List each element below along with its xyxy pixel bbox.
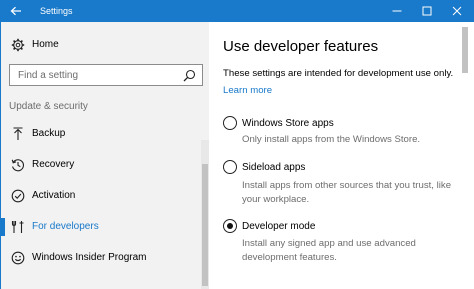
option-description-line: your workplace. <box>242 193 310 205</box>
radio-windows-store-apps[interactable] <box>223 116 237 130</box>
page-title: Use developer features <box>223 38 379 55</box>
sidebar-item-label: Windows Insider Program <box>32 252 147 263</box>
option-description-line: Install apps from other sources that you… <box>242 180 452 191</box>
maximize-button[interactable] <box>412 0 442 22</box>
radio-sideload-apps[interactable] <box>223 160 237 174</box>
back-button[interactable] <box>0 0 32 22</box>
close-button[interactable] <box>442 0 472 22</box>
home-label: Home <box>32 39 59 50</box>
minimize-button[interactable] <box>382 0 412 22</box>
sidebar-item-label: Backup <box>32 128 66 139</box>
sidebar-item-activation[interactable]: Activation <box>1 183 201 209</box>
back-arrow-icon <box>10 6 21 16</box>
sidebar-item-for-developers[interactable]: For developers <box>1 214 201 240</box>
option-description: Install apps from other sources that you… <box>242 179 472 206</box>
option-description: Install any signed app and use advanced … <box>242 237 472 264</box>
search-input[interactable]: Find a setting <box>9 64 203 86</box>
sidebar-item-windows-insider-program[interactable]: Windows Insider Program <box>1 245 201 271</box>
option-label[interactable]: Developer mode <box>242 220 315 233</box>
sidebar-scrollbar-thumb[interactable] <box>202 164 208 286</box>
sidebar-item-label: Activation <box>32 190 76 201</box>
backup-arrow-icon <box>13 127 23 140</box>
content-scrollbar-thumb[interactable] <box>462 27 468 73</box>
insider-smiley-icon <box>11 251 25 265</box>
page-description: These settings are intended for developm… <box>223 68 454 79</box>
option-description: Only install apps from the Windows Store… <box>242 133 472 147</box>
learn-more-link[interactable]: Learn more <box>223 85 272 97</box>
search-placeholder: Find a setting <box>18 70 79 81</box>
search-icon <box>183 69 196 82</box>
sidebar-item-label: For developers <box>32 221 99 232</box>
option-description-line: Only install apps from the Windows Store… <box>242 134 421 145</box>
check-circle-icon <box>11 189 25 203</box>
option-label[interactable]: Sideload apps <box>242 161 305 174</box>
window-title: Settings <box>40 6 73 16</box>
active-indicator <box>1 218 5 236</box>
option-description-line: Install any signed app and use advanced <box>242 238 416 249</box>
sidebar: Home Find a setting Update & security Ba… <box>0 22 209 289</box>
history-icon <box>11 159 24 172</box>
title-bar: Settings <box>0 0 474 22</box>
section-heading: Update & security <box>9 101 88 112</box>
close-icon <box>452 6 462 16</box>
option-label[interactable]: Windows Store apps <box>242 117 334 130</box>
maximize-icon <box>422 6 432 16</box>
radio-developer-mode[interactable] <box>223 219 237 233</box>
home-nav-item[interactable]: Home <box>1 34 209 56</box>
developer-tools-icon <box>11 221 24 233</box>
sidebar-item-backup[interactable]: Backup <box>1 121 201 147</box>
minimize-icon <box>392 10 402 12</box>
sidebar-item-recovery[interactable]: Recovery <box>1 152 201 178</box>
gear-icon <box>11 38 25 52</box>
main-content: Use developer features These settings ar… <box>209 22 474 289</box>
sidebar-item-label: Recovery <box>32 159 75 170</box>
option-description-line: development features. <box>242 251 337 263</box>
